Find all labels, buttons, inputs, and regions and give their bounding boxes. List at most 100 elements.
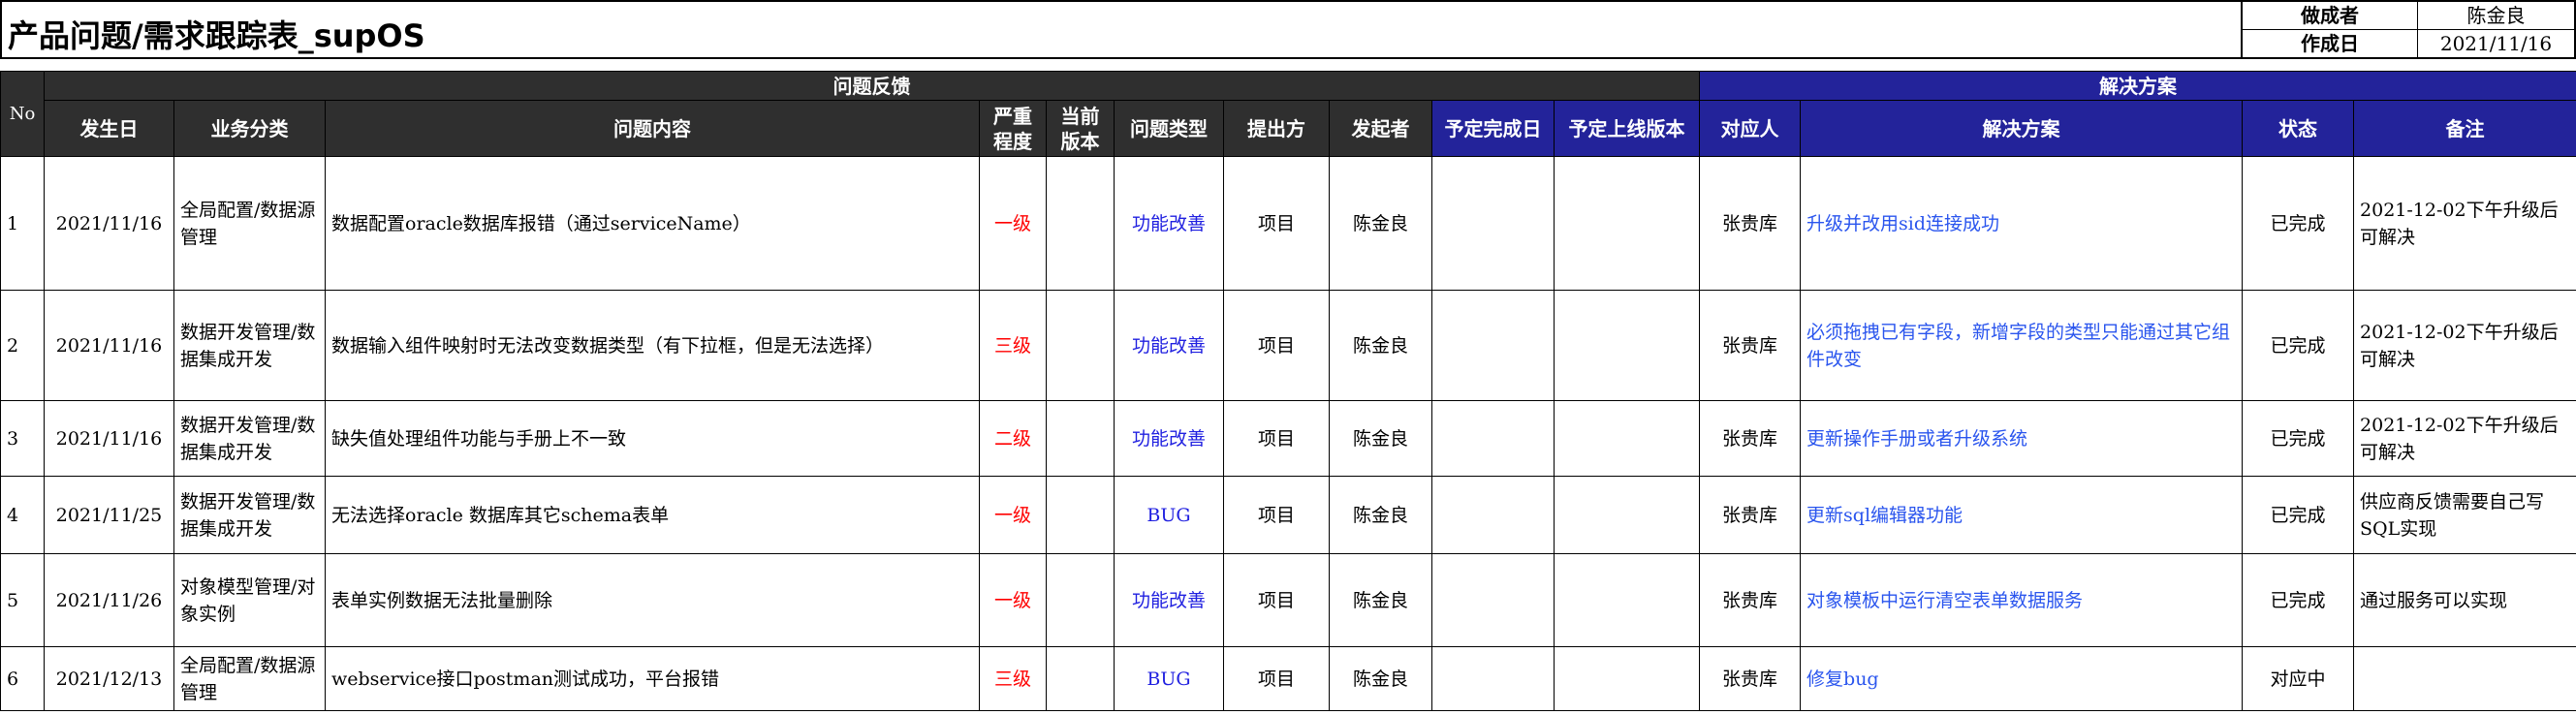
cell-content[interactable]: 数据配置oracle数据库报错（通过serviceName） xyxy=(325,156,980,291)
cell-proposer[interactable]: 项目 xyxy=(1223,553,1330,647)
cell-severity[interactable]: 一级 xyxy=(979,553,1047,647)
cell-remark[interactable]: 2021-12-02下午升级后可解决 xyxy=(2353,400,2576,477)
cell-date[interactable]: 2021/11/16 xyxy=(44,290,174,401)
cell-category[interactable]: 全局配置/数据源管理 xyxy=(173,646,326,711)
cell-assignee[interactable]: 张贵库 xyxy=(1699,400,1802,477)
cell-solution[interactable]: 升级并改用sid连接成功 xyxy=(1800,156,2244,291)
cell-proposer[interactable]: 项目 xyxy=(1223,156,1330,291)
cell-no[interactable]: 1 xyxy=(0,156,45,291)
cell-version[interactable] xyxy=(1046,553,1115,647)
cell-no[interactable]: 4 xyxy=(0,476,45,554)
cell-assignee[interactable]: 张贵库 xyxy=(1699,156,1802,291)
title-cell[interactable]: 产品问题/需求跟踪表_supOS xyxy=(0,0,2243,59)
cell-assignee[interactable]: 张贵库 xyxy=(1699,553,1802,647)
cell-planned-version[interactable] xyxy=(1553,156,1701,291)
cell-assignee[interactable]: 张贵库 xyxy=(1699,646,1802,711)
cell-solution[interactable]: 更新操作手册或者升级系统 xyxy=(1800,400,2244,477)
cell-initiator[interactable]: 陈金良 xyxy=(1329,646,1432,711)
cell-version[interactable] xyxy=(1046,476,1115,554)
cell-solution[interactable]: 修复bug xyxy=(1800,646,2244,711)
cell-version[interactable] xyxy=(1046,156,1115,291)
cell-remark[interactable]: 2021-12-02下午升级后可解决 xyxy=(2353,156,2576,291)
author-value[interactable]: 陈金良 xyxy=(2418,2,2574,29)
cell-severity[interactable]: 二级 xyxy=(979,400,1047,477)
cell-planned-version[interactable] xyxy=(1553,400,1701,477)
cell-planned-version[interactable] xyxy=(1553,553,1701,647)
cell-status[interactable]: 已完成 xyxy=(2242,553,2355,647)
cell-proposer[interactable]: 项目 xyxy=(1223,646,1330,711)
cell-initiator[interactable]: 陈金良 xyxy=(1329,156,1432,291)
cell-remark[interactable]: 通过服务可以实现 xyxy=(2353,553,2576,647)
cell-content[interactable]: 无法选择oracle 数据库其它schema表单 xyxy=(325,476,980,554)
cell-planned-version[interactable] xyxy=(1553,476,1701,554)
cell-version[interactable] xyxy=(1046,646,1115,711)
cell-proposer[interactable]: 项目 xyxy=(1223,290,1330,401)
cell-version[interactable] xyxy=(1046,400,1115,477)
cell-severity[interactable]: 一级 xyxy=(979,156,1047,291)
cell-no[interactable]: 2 xyxy=(0,290,45,401)
cell-status[interactable]: 已完成 xyxy=(2242,400,2355,477)
table-row[interactable]: 3 2021/11/16 数据开发管理/数据集成开发 缺失值处理组件功能与手册上… xyxy=(0,400,2576,477)
cell-proposer[interactable]: 项目 xyxy=(1223,476,1330,554)
cell-type[interactable]: 功能改善 xyxy=(1114,290,1224,401)
cell-category[interactable]: 对象模型管理/对象实例 xyxy=(173,553,326,647)
cell-solution[interactable]: 必须拖拽已有字段，新增字段的类型只能通过其它组件改变 xyxy=(1800,290,2244,401)
cell-category[interactable]: 数据开发管理/数据集成开发 xyxy=(173,400,326,477)
cell-initiator[interactable]: 陈金良 xyxy=(1329,400,1432,477)
cell-initiator[interactable]: 陈金良 xyxy=(1329,290,1432,401)
cell-planned-date[interactable] xyxy=(1431,156,1555,291)
cell-type[interactable]: 功能改善 xyxy=(1114,156,1224,291)
cell-initiator[interactable]: 陈金良 xyxy=(1329,476,1432,554)
cell-planned-date[interactable] xyxy=(1431,646,1555,711)
cell-planned-version[interactable] xyxy=(1553,290,1701,401)
cell-date[interactable]: 2021/11/26 xyxy=(44,553,174,647)
cell-status[interactable]: 已完成 xyxy=(2242,290,2355,401)
cell-planned-date[interactable] xyxy=(1431,400,1555,477)
cell-planned-version[interactable] xyxy=(1553,646,1701,711)
table-row[interactable]: 1 2021/11/16 全局配置/数据源管理 数据配置oracle数据库报错（… xyxy=(0,156,2576,291)
cell-status[interactable]: 已完成 xyxy=(2242,156,2355,291)
cell-date[interactable]: 2021/11/16 xyxy=(44,400,174,477)
cell-content[interactable]: 表单实例数据无法批量删除 xyxy=(325,553,980,647)
cell-severity[interactable]: 一级 xyxy=(979,476,1047,554)
cell-remark[interactable]: 2021-12-02下午升级后可解决 xyxy=(2353,290,2576,401)
cell-status[interactable]: 已完成 xyxy=(2242,476,2355,554)
cell-remark[interactable] xyxy=(2353,646,2576,711)
cell-version[interactable] xyxy=(1046,290,1115,401)
table-row[interactable]: 5 2021/11/26 对象模型管理/对象实例 表单实例数据无法批量删除 一级… xyxy=(0,553,2576,647)
cell-no[interactable]: 6 xyxy=(0,646,45,711)
cell-type[interactable]: BUG xyxy=(1114,476,1224,554)
cell-category[interactable]: 全局配置/数据源管理 xyxy=(173,156,326,291)
cell-content[interactable]: 数据输入组件映射时无法改变数据类型（有下拉框，但是无法选择） xyxy=(325,290,980,401)
cell-severity[interactable]: 三级 xyxy=(979,646,1047,711)
cell-solution[interactable]: 对象模板中运行清空表单数据服务 xyxy=(1800,553,2244,647)
cell-planned-date[interactable] xyxy=(1431,476,1555,554)
cell-proposer[interactable]: 项目 xyxy=(1223,400,1330,477)
cell-content[interactable]: webservice接口postman测试成功，平台报错 xyxy=(325,646,980,711)
table-row[interactable]: 2 2021/11/16 数据开发管理/数据集成开发 数据输入组件映射时无法改变… xyxy=(0,290,2576,401)
cell-planned-date[interactable] xyxy=(1431,553,1555,647)
cell-type[interactable]: 功能改善 xyxy=(1114,400,1224,477)
cell-date[interactable]: 2021/11/16 xyxy=(44,156,174,291)
cell-assignee[interactable]: 张贵库 xyxy=(1699,476,1802,554)
cell-no[interactable]: 3 xyxy=(0,400,45,477)
cell-solution[interactable]: 更新sql编辑器功能 xyxy=(1800,476,2244,554)
cell-category[interactable]: 数据开发管理/数据集成开发 xyxy=(173,290,326,401)
cell-severity[interactable]: 三级 xyxy=(979,290,1047,401)
cell-type[interactable]: BUG xyxy=(1114,646,1224,711)
cell-assignee[interactable]: 张贵库 xyxy=(1699,290,1802,401)
date-value[interactable]: 2021/11/16 xyxy=(2418,30,2574,57)
cell-category[interactable]: 数据开发管理/数据集成开发 xyxy=(173,476,326,554)
cell-date[interactable]: 2021/11/25 xyxy=(44,476,174,554)
table-row[interactable]: 6 2021/12/13 全局配置/数据源管理 webservice接口post… xyxy=(0,646,2576,711)
cell-planned-date[interactable] xyxy=(1431,290,1555,401)
cell-remark[interactable]: 供应商反馈需要自己写SQL实现 xyxy=(2353,476,2576,554)
cell-initiator[interactable]: 陈金良 xyxy=(1329,553,1432,647)
cell-date[interactable]: 2021/12/13 xyxy=(44,646,174,711)
cell-content[interactable]: 缺失值处理组件功能与手册上不一致 xyxy=(325,400,980,477)
cell-status[interactable]: 对应中 xyxy=(2242,646,2355,711)
tracking-table: No 问题反馈 解决方案 发生日 业务分类 问题内容 严重 程度 当前 版本 问题类… xyxy=(0,71,2576,711)
table-row[interactable]: 4 2021/11/25 数据开发管理/数据集成开发 无法选择oracle 数据… xyxy=(0,476,2576,554)
cell-no[interactable]: 5 xyxy=(0,553,45,647)
cell-type[interactable]: 功能改善 xyxy=(1114,553,1224,647)
